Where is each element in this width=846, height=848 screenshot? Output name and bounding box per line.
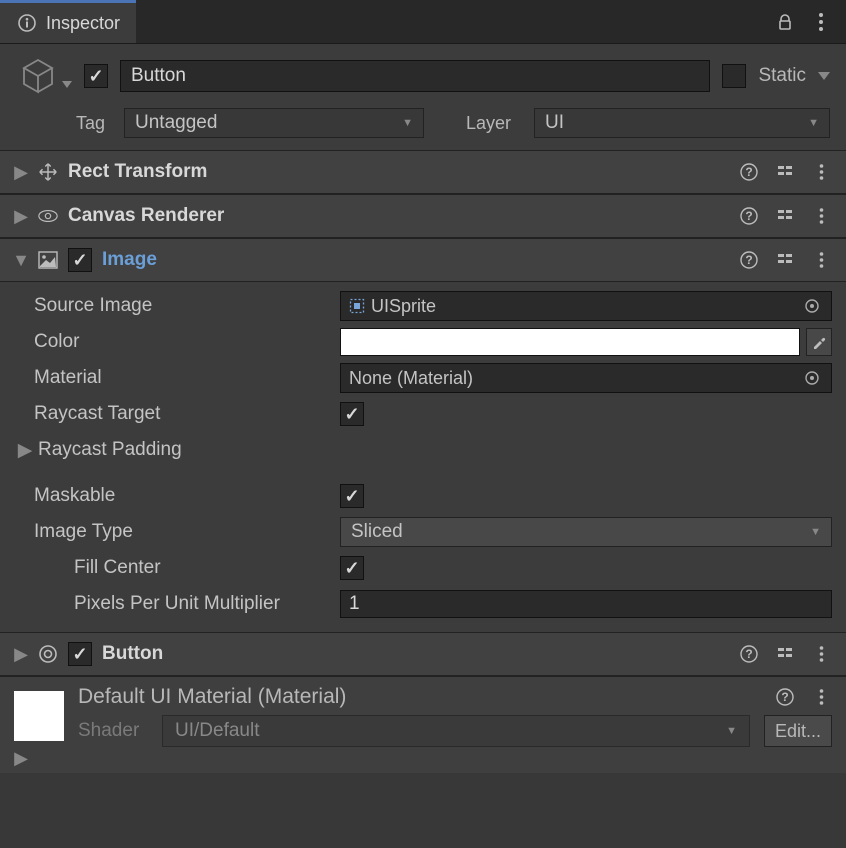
shader-value: UI/Default [175, 720, 259, 742]
object-picker-icon[interactable] [801, 295, 823, 317]
svg-text:?: ? [781, 690, 788, 704]
static-label: Static [758, 65, 806, 87]
raycast-padding-label: Raycast Padding [38, 439, 182, 461]
fill-center-checkbox[interactable] [340, 556, 364, 580]
rect-transform-title: Rect Transform [68, 161, 207, 183]
source-image-value: UISprite [371, 296, 436, 317]
layer-label: Layer [466, 113, 526, 134]
edit-shader-button[interactable]: Edit... [764, 715, 832, 747]
object-picker-icon[interactable] [801, 367, 823, 389]
material-value: None (Material) [349, 368, 473, 389]
info-icon [16, 12, 38, 34]
shader-dropdown[interactable]: UI/Default ▼ [162, 715, 750, 747]
preset-icon[interactable] [774, 161, 796, 183]
shader-label: Shader [78, 720, 148, 742]
rect-transform-icon [38, 162, 58, 182]
fill-center-label: Fill Center [14, 557, 340, 579]
maskable-label: Maskable [14, 485, 340, 507]
material-preview[interactable] [14, 691, 64, 741]
raycast-target-label: Raycast Target [14, 403, 340, 425]
source-image-field[interactable]: UISprite [340, 291, 832, 321]
image-enabled-checkbox[interactable] [68, 248, 92, 272]
lock-icon[interactable] [774, 11, 796, 33]
canvas-renderer-icon [38, 206, 58, 226]
layer-value: UI [545, 112, 564, 134]
ppu-label: Pixels Per Unit Multiplier [14, 593, 340, 615]
image-component-title[interactable]: Image [102, 249, 157, 271]
raycast-target-checkbox[interactable] [340, 402, 364, 426]
menu-icon[interactable] [810, 161, 832, 183]
tag-value: Untagged [135, 112, 217, 134]
chevron-down-icon: ▼ [726, 725, 737, 737]
button-component-icon [38, 644, 58, 664]
static-checkbox[interactable] [722, 64, 746, 88]
rect-transform-header[interactable]: ▶ Rect Transform ? [0, 150, 846, 194]
svg-text:?: ? [745, 647, 752, 661]
material-title: Default UI Material (Material) [78, 685, 346, 709]
foldout-open-icon[interactable]: ▼ [14, 253, 28, 267]
eyedropper-button[interactable] [806, 328, 832, 356]
svg-text:?: ? [745, 209, 752, 223]
tab-title: Inspector [46, 13, 120, 34]
sprite-icon [349, 298, 365, 314]
gameobject-name-input[interactable] [120, 60, 710, 92]
color-swatch[interactable] [340, 328, 800, 356]
chevron-down-icon: ▼ [808, 117, 819, 129]
image-component-body: Source Image UISprite Color Material Non… [0, 282, 846, 632]
preset-icon[interactable] [774, 643, 796, 665]
icon-dropdown-arrow[interactable] [62, 81, 72, 89]
image-component-header[interactable]: ▼ Image ? [0, 238, 846, 282]
color-label: Color [14, 331, 340, 353]
menu-icon[interactable] [810, 643, 832, 665]
material-section: Default UI Material (Material) ? Shader … [0, 676, 846, 773]
material-field[interactable]: None (Material) [340, 363, 832, 393]
image-type-label: Image Type [14, 521, 340, 543]
material-label: Material [14, 367, 340, 389]
svg-text:?: ? [745, 165, 752, 179]
canvas-renderer-title: Canvas Renderer [68, 205, 224, 227]
help-icon[interactable]: ? [738, 205, 760, 227]
menu-icon[interactable] [810, 205, 832, 227]
help-icon[interactable]: ? [738, 161, 760, 183]
source-image-label: Source Image [14, 295, 340, 317]
foldout-closed-icon[interactable]: ▶ [14, 165, 28, 179]
button-component-header[interactable]: ▶ Button ? [0, 632, 846, 676]
canvas-renderer-header[interactable]: ▶ Canvas Renderer ? [0, 194, 846, 238]
help-icon[interactable]: ? [738, 249, 760, 271]
tab-bar: Inspector [0, 0, 846, 44]
chevron-down-icon: ▼ [402, 117, 413, 129]
image-type-value: Sliced [351, 521, 403, 543]
gameobject-header: Static Tag Untagged ▼ Layer UI ▼ [0, 44, 846, 150]
image-type-dropdown[interactable]: Sliced ▼ [340, 517, 832, 547]
menu-icon[interactable] [810, 11, 832, 33]
tag-dropdown[interactable]: Untagged ▼ [124, 108, 424, 138]
image-component-icon [38, 250, 58, 270]
button-enabled-checkbox[interactable] [68, 642, 92, 666]
chevron-down-icon: ▼ [810, 526, 821, 538]
foldout-closed-icon[interactable]: ▶ [14, 209, 28, 223]
foldout-closed-icon[interactable]: ▶ [14, 647, 28, 661]
material-foldout[interactable]: ▶ [14, 751, 28, 765]
static-dropdown-arrow[interactable] [818, 72, 830, 81]
tag-label: Tag [76, 113, 116, 134]
menu-icon[interactable] [810, 249, 832, 271]
enabled-checkbox[interactable] [84, 64, 108, 88]
preset-icon[interactable] [774, 249, 796, 271]
maskable-checkbox[interactable] [340, 484, 364, 508]
inspector-tab[interactable]: Inspector [0, 0, 136, 43]
svg-text:?: ? [745, 253, 752, 267]
ppu-input[interactable] [340, 590, 832, 618]
layer-dropdown[interactable]: UI ▼ [534, 108, 830, 138]
help-icon[interactable]: ? [738, 643, 760, 665]
help-icon[interactable]: ? [774, 686, 796, 708]
menu-icon[interactable] [810, 686, 832, 708]
preset-icon[interactable] [774, 205, 796, 227]
gameobject-icon[interactable] [16, 54, 60, 98]
button-component-title: Button [102, 643, 163, 665]
raycast-padding-foldout[interactable]: ▶ [18, 443, 32, 457]
